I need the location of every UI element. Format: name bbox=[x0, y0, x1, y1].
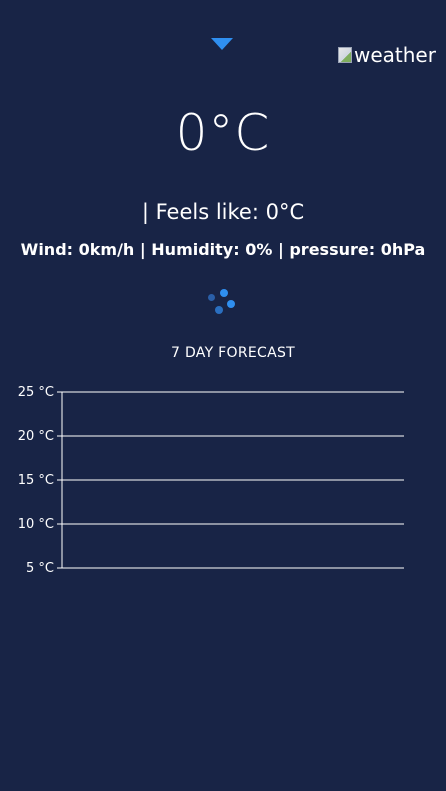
spinner-dot bbox=[227, 300, 235, 308]
forecast-title: 7 DAY FORECAST bbox=[170, 345, 296, 361]
y-tick-label: 20 °C bbox=[18, 429, 54, 444]
y-tick-label: 10 °C bbox=[18, 517, 54, 532]
weather-image-alt-text: weather bbox=[354, 43, 436, 67]
y-tick-label: 25 °C bbox=[18, 385, 54, 400]
spinner-dot bbox=[208, 294, 215, 301]
feels-like-text: | Feels like: 0°C bbox=[141, 200, 305, 224]
caret-down-icon[interactable] bbox=[211, 38, 233, 50]
weather-details: Wind: 0km/h | Humidity: 0% | pressure: 0… bbox=[20, 240, 426, 259]
weather-icon: weather bbox=[338, 43, 446, 83]
loading-spinner-icon bbox=[205, 288, 237, 316]
y-tick-label: 15 °C bbox=[18, 473, 54, 488]
current-temperature: 0°C bbox=[175, 104, 271, 162]
spinner-dot bbox=[220, 289, 228, 297]
weather-app: weather 0°C | Feels like: 0°C Wind: 0km/… bbox=[0, 0, 446, 791]
y-tick-label: 5 °C bbox=[26, 561, 54, 576]
spinner-dot bbox=[215, 306, 223, 314]
forecast-chart: 25 °C 20 °C 15 °C 10 °C 5 °C bbox=[18, 385, 404, 576]
broken-image-icon bbox=[338, 47, 352, 63]
